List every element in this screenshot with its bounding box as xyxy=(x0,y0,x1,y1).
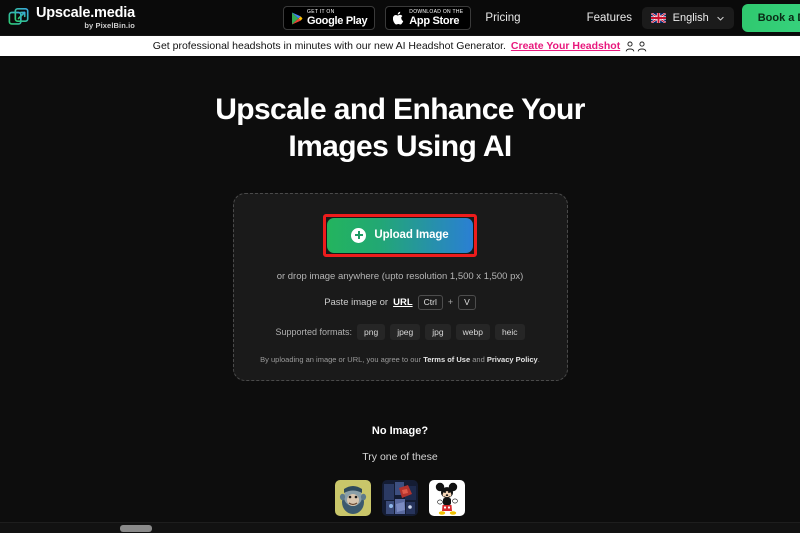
upload-dropzone-card[interactable]: Upload Image or drop image anywhere (upt… xyxy=(232,192,568,382)
nav-link-pricing[interactable]: Pricing xyxy=(481,12,524,24)
samples-subtitle: Try one of these xyxy=(362,451,438,464)
upload-image-button-label: Upload Image xyxy=(374,229,449,242)
google-play-top: GET IT ON xyxy=(307,8,335,15)
privacy-policy-link[interactable]: Privacy Policy xyxy=(487,355,538,364)
format-chip-jpg[interactable]: jpg xyxy=(425,324,451,341)
create-your-headshot-link[interactable]: Create Your Headshot xyxy=(511,40,620,52)
drop-hint-text: or drop image anywhere (upto resolution … xyxy=(276,270,524,282)
google-play-icon xyxy=(291,12,303,25)
format-chip-heic[interactable]: heic xyxy=(494,324,525,341)
paste-prefix-label: Paste image or xyxy=(324,296,389,308)
apple-icon xyxy=(393,11,405,25)
banner-text: Get professional headshots in minutes wi… xyxy=(152,40,506,52)
main-content: Upscale and Enhance Your Images Using AI… xyxy=(0,58,800,531)
person-icon xyxy=(637,41,647,51)
sample-thumb-ape[interactable] xyxy=(335,480,371,517)
top-navbar: Upscale.media by PixelBin.io GET IT ON G… xyxy=(0,0,800,36)
sample-thumb-robot[interactable] xyxy=(382,480,418,517)
legal-and: and xyxy=(472,355,485,365)
app-store-text: Download on the App Store xyxy=(409,8,464,27)
nav-right-group: English Book a Demo xyxy=(641,0,800,36)
app-store-bottom: App Store xyxy=(409,14,460,27)
brand-subtitle: by PixelBin.io xyxy=(84,21,135,30)
brand-name: Upscale.media xyxy=(36,4,135,21)
google-play-bottom: Google Play xyxy=(307,14,368,27)
format-chip-jpeg[interactable]: jpeg xyxy=(390,324,421,341)
legal-disclaimer: By uploading an image or URL, you agree … xyxy=(250,355,551,364)
language-selector[interactable]: English xyxy=(641,7,734,29)
paste-image-row: Paste image or URL Ctrl + V xyxy=(250,294,551,311)
horizontal-scrollbar-thumb[interactable] xyxy=(120,525,152,532)
legal-period: . xyxy=(537,355,540,365)
format-chip-png[interactable]: png xyxy=(357,324,386,341)
hero-title-line-1: Upscale and Enhance Your xyxy=(215,93,585,126)
google-play-text: GET IT ON Google Play xyxy=(307,8,368,27)
format-chip-webp[interactable]: webp xyxy=(455,324,490,341)
page-title: Upscale and Enhance Your Images Using AI xyxy=(190,92,610,166)
key-v: V xyxy=(458,294,476,311)
chevron-down-icon xyxy=(717,16,724,21)
upload-button-wrapper: Upload Image xyxy=(323,213,477,257)
plus-circle-icon xyxy=(351,227,367,243)
upload-image-button[interactable]: Upload Image xyxy=(327,217,473,253)
hero-title-line-2: Images Using AI xyxy=(288,129,512,163)
terms-of-use-link[interactable]: Terms of Use xyxy=(423,355,470,364)
announcement-banner: Get professional headshots in minutes wi… xyxy=(0,36,800,58)
upscale-arrow-logo-icon xyxy=(8,7,29,25)
brand-logo-link[interactable]: Upscale.media by PixelBin.io xyxy=(8,4,135,30)
sample-thumb-mickey[interactable] xyxy=(429,480,465,517)
brand-text: Upscale.media by PixelBin.io xyxy=(36,4,135,30)
key-ctrl: Ctrl xyxy=(417,294,443,311)
sample-images-section: No Image? Try one of these xyxy=(0,425,800,517)
nav-link-features[interactable]: Features xyxy=(583,12,636,24)
key-plus-separator: + xyxy=(447,297,454,308)
google-play-badge[interactable]: GET IT ON Google Play xyxy=(283,6,376,30)
supported-formats-label: Supported formats: xyxy=(275,327,352,338)
sample-thumbnail-list xyxy=(0,480,800,517)
uk-flag-icon xyxy=(650,13,666,23)
banner-person-icons xyxy=(625,41,647,52)
horizontal-scrollbar[interactable] xyxy=(0,522,800,533)
app-store-top: Download on the xyxy=(409,8,464,15)
supported-formats-row: Supported formats: png jpeg jpg webp hei… xyxy=(250,324,551,341)
legal-prefix: By uploading an image or URL, you agree … xyxy=(260,355,422,365)
samples-title: No Image? xyxy=(371,425,429,438)
book-a-demo-button[interactable]: Book a Demo xyxy=(741,4,800,32)
language-label: English xyxy=(672,12,709,24)
app-store-badge[interactable]: Download on the App Store xyxy=(385,6,472,30)
paste-url-link[interactable]: URL xyxy=(393,297,413,308)
nav-center-group: GET IT ON Google Play Download on the Ap… xyxy=(283,0,693,36)
person-icon xyxy=(625,41,635,51)
